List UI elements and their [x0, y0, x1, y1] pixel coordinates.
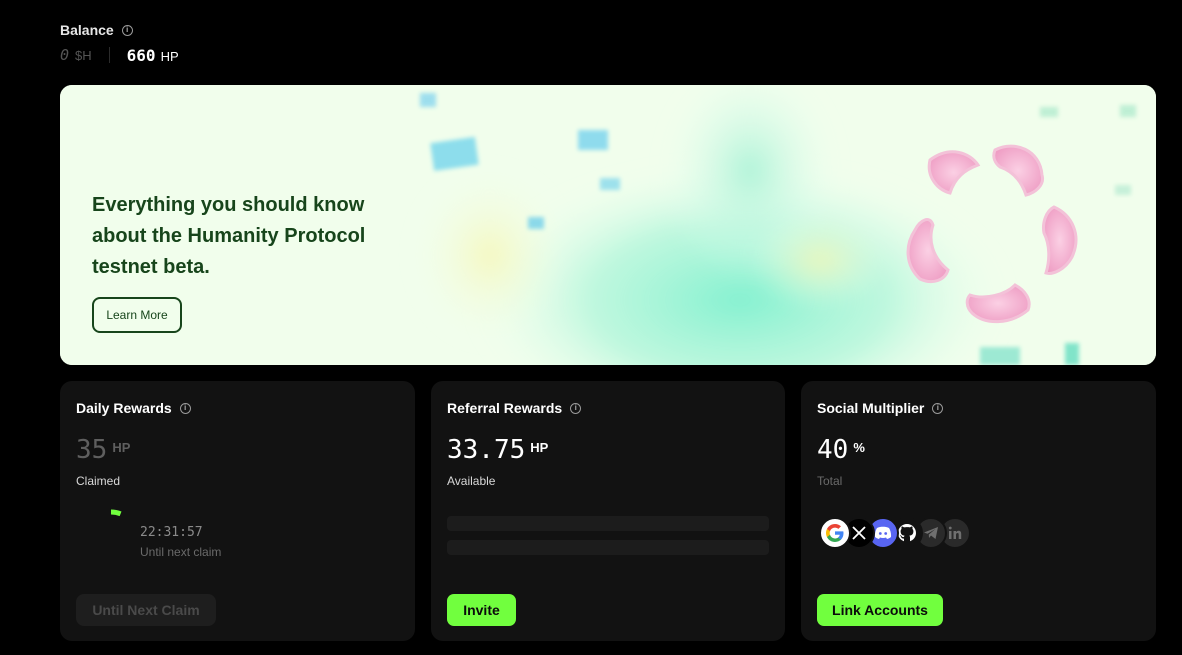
- referral-rewards-header: Referral Rewards i: [447, 400, 582, 416]
- info-icon[interactable]: i: [932, 402, 944, 414]
- social-multiplier-title: Social Multiplier: [817, 400, 925, 416]
- countdown-progress-ring: [110, 509, 122, 517]
- referral-rewards-value: 33.75: [447, 435, 526, 465]
- daily-rewards-value: 35: [76, 435, 108, 465]
- balance-title: Balance: [60, 22, 114, 38]
- linked-accounts: [819, 517, 979, 551]
- testnet-banner: Everything you should know about the Hum…: [60, 85, 1156, 365]
- hp-balance: 660 HP: [127, 46, 179, 65]
- google-icon[interactable]: [819, 517, 851, 549]
- social-multiplier-amount: 40 %: [817, 435, 865, 465]
- claim-button[interactable]: Until Next Claim: [76, 594, 216, 626]
- referral-placeholder-bar: [447, 540, 769, 555]
- daily-rewards-card: Daily Rewards i 35 HP Claimed 22:31:57 U…: [60, 381, 415, 641]
- daily-rewards-title: Daily Rewards: [76, 400, 172, 416]
- sh-balance: 0 $H: [60, 46, 92, 64]
- banner-headline: Everything you should know about the Hum…: [92, 194, 366, 278]
- balance-divider: [108, 47, 110, 63]
- link-accounts-button[interactable]: Link Accounts: [817, 594, 943, 626]
- referral-rewards-unit: HP: [530, 440, 549, 455]
- invite-button[interactable]: Invite: [447, 594, 516, 626]
- social-multiplier-value: 40: [817, 435, 849, 465]
- info-icon[interactable]: i: [570, 402, 582, 414]
- referral-rewards-card: Referral Rewards i 33.75 HP Available In…: [431, 381, 785, 641]
- social-multiplier-header: Social Multiplier i: [817, 400, 944, 416]
- countdown-time: 22:31:57: [140, 525, 203, 540]
- social-multiplier-unit: %: [853, 440, 865, 455]
- referral-rewards-amount: 33.75 HP: [447, 435, 548, 465]
- daily-rewards-unit: HP: [112, 440, 131, 455]
- daily-rewards-header: Daily Rewards i: [76, 400, 191, 416]
- sh-balance-value: 0: [60, 46, 70, 64]
- countdown: 22:31:57 Until next claim: [140, 525, 221, 559]
- hp-balance-unit: HP: [160, 48, 179, 64]
- referral-placeholder-bar: [447, 516, 769, 531]
- countdown-label: Until next claim: [140, 545, 222, 559]
- daily-rewards-status: Claimed: [76, 474, 121, 488]
- hp-balance-value: 660: [126, 45, 156, 65]
- balance-values: 0 $H 660 HP: [60, 46, 179, 65]
- referral-rewards-status: Available: [447, 474, 496, 488]
- social-multiplier-card: Social Multiplier i 40 % Total Link Acco…: [801, 381, 1156, 641]
- daily-rewards-amount: 35 HP: [76, 435, 130, 465]
- balance-header: Balance i: [60, 22, 179, 38]
- sh-balance-unit: $H: [75, 48, 92, 63]
- info-icon[interactable]: i: [179, 402, 191, 414]
- learn-more-button[interactable]: Learn More: [92, 297, 182, 333]
- social-multiplier-status: Total: [817, 474, 843, 488]
- referral-rewards-title: Referral Rewards: [447, 400, 563, 416]
- info-icon[interactable]: i: [121, 24, 133, 36]
- balance-section: Balance i 0 $H 660 HP: [60, 22, 179, 65]
